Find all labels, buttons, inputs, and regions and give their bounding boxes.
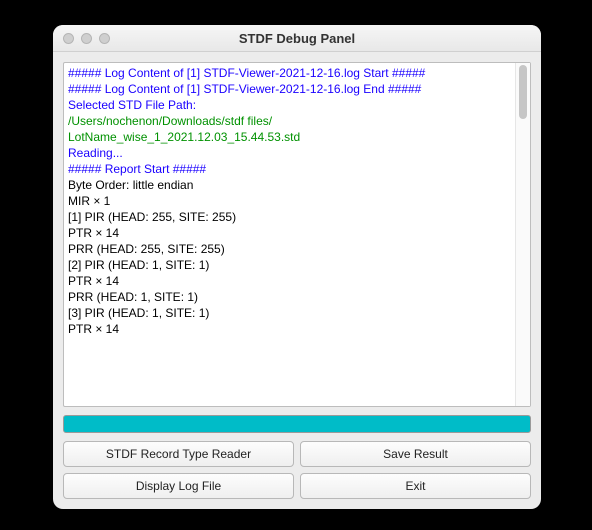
log-line: PTR × 14 (68, 321, 511, 337)
progress-bar (63, 415, 531, 433)
record-reader-button[interactable]: STDF Record Type Reader (63, 441, 294, 467)
log-line: PTR × 14 (68, 225, 511, 241)
log-line: LotName_wise_1_2021.12.03_15.44.53.std (68, 129, 511, 145)
log-line: ##### Log Content of [1] STDF-Viewer-202… (68, 81, 511, 97)
window-title: STDF Debug Panel (53, 31, 541, 46)
scroll-thumb[interactable] (519, 65, 527, 119)
log-line: Byte Order: little endian (68, 177, 511, 193)
traffic-lights (63, 33, 110, 44)
log-line: ##### Report Start ##### (68, 161, 511, 177)
log-line: Selected STD File Path: (68, 97, 511, 113)
save-result-button[interactable]: Save Result (300, 441, 531, 467)
exit-button[interactable]: Exit (300, 473, 531, 499)
log-line: [1] PIR (HEAD: 255, SITE: 255) (68, 209, 511, 225)
display-log-button[interactable]: Display Log File (63, 473, 294, 499)
minimize-icon[interactable] (81, 33, 92, 44)
titlebar: STDF Debug Panel (53, 25, 541, 52)
log-panel: ##### Log Content of [1] STDF-Viewer-202… (63, 62, 531, 407)
log-line: PRR (HEAD: 1, SITE: 1) (68, 289, 511, 305)
log-line: MIR × 1 (68, 193, 511, 209)
log-line: [3] PIR (HEAD: 1, SITE: 1) (68, 305, 511, 321)
log-text[interactable]: ##### Log Content of [1] STDF-Viewer-202… (64, 63, 515, 406)
log-line: PTR × 14 (68, 273, 511, 289)
close-icon[interactable] (63, 33, 74, 44)
button-grid: STDF Record Type Reader Save Result Disp… (63, 441, 531, 499)
zoom-icon[interactable] (99, 33, 110, 44)
log-line: [2] PIR (HEAD: 1, SITE: 1) (68, 257, 511, 273)
content-area: ##### Log Content of [1] STDF-Viewer-202… (53, 52, 541, 509)
scrollbar[interactable] (515, 63, 530, 406)
log-line: Reading... (68, 145, 511, 161)
log-line: ##### Log Content of [1] STDF-Viewer-202… (68, 65, 511, 81)
app-window: STDF Debug Panel ##### Log Content of [1… (53, 25, 541, 509)
log-line: PRR (HEAD: 255, SITE: 255) (68, 241, 511, 257)
log-line: /Users/nochenon/Downloads/stdf files/ (68, 113, 511, 129)
